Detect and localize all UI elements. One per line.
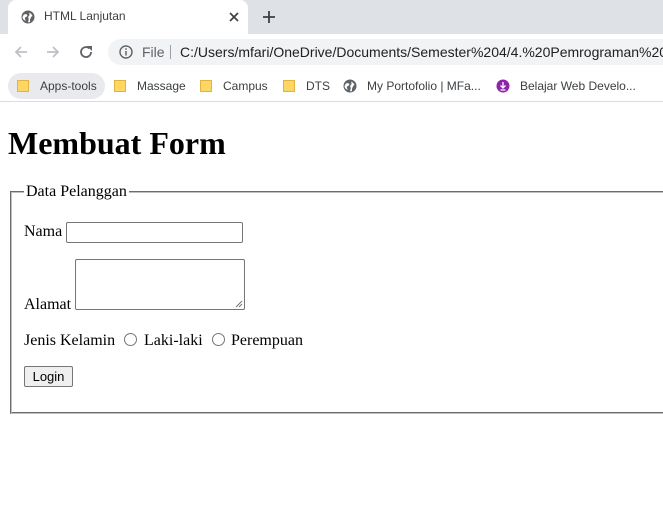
nama-input[interactable] <box>66 222 243 243</box>
new-tab-icon[interactable] <box>258 7 280 27</box>
tab-strip: HTML Lanjutan <box>0 0 663 34</box>
tab-title: HTML Lanjutan <box>44 9 126 23</box>
reload-icon[interactable] <box>74 41 98 63</box>
close-tab-icon[interactable] <box>224 7 244 27</box>
radio-perempuan[interactable] <box>212 333 225 346</box>
folder-icon <box>283 80 295 92</box>
alamat-textarea[interactable] <box>75 259 245 310</box>
forward-arrow-icon[interactable] <box>41 41 65 63</box>
fieldset-legend: Data Pelanggan <box>24 183 129 201</box>
folder-icon <box>114 80 126 92</box>
bookmark-label: My Portofolio | MFa... <box>367 79 481 93</box>
page-title: Membuat Form <box>8 125 226 161</box>
purple-logo-icon <box>496 79 510 93</box>
back-arrow-icon[interactable] <box>9 41 33 63</box>
bookmark-label: Campus <box>223 79 268 93</box>
info-icon[interactable] <box>119 45 133 59</box>
folder-icon <box>17 80 29 92</box>
bookmark-my-portofolio[interactable]: My Portofolio | MFa... <box>343 73 481 99</box>
url-text[interactable]: C:/Users/mfari/OneDrive/Documents/Semest… <box>180 44 663 60</box>
bookmark-belajar-web[interactable]: Belajar Web Develo... <box>496 73 636 99</box>
bookmark-label: Apps-tools <box>40 79 97 93</box>
bookmark-apps-tools[interactable]: Apps-tools <box>8 73 105 99</box>
address-separator <box>170 45 171 59</box>
login-button[interactable]: Login <box>24 366 73 387</box>
laki-laki-label: Laki-laki <box>144 332 203 349</box>
jenis-kelamin-label: Jenis Kelamin <box>24 332 116 349</box>
bookmark-campus[interactable]: Campus <box>199 73 268 99</box>
nama-label: Nama <box>24 223 63 240</box>
globe-icon <box>21 10 35 24</box>
globe-icon <box>343 79 357 93</box>
radio-laki-laki[interactable] <box>124 333 137 346</box>
bookmark-massage[interactable]: Massage <box>113 73 186 99</box>
alamat-label: Alamat <box>24 296 72 313</box>
browser-toolbar: File C:/Users/mfari/OneDrive/Documents/S… <box>0 34 663 70</box>
resize-grip-icon[interactable] <box>235 300 243 308</box>
bookmark-label: Massage <box>137 79 186 93</box>
perempuan-label: Perempuan <box>231 332 303 349</box>
bookmarks-bar: Apps-tools Massage Campus DTS My Portofo… <box>0 70 663 102</box>
file-scheme-label: File <box>142 44 165 60</box>
bookmark-label: Belajar Web Develo... <box>520 79 636 93</box>
address-bar[interactable]: File C:/Users/mfari/OneDrive/Documents/S… <box>108 39 663 65</box>
bookmark-label: DTS <box>306 79 330 93</box>
folder-icon <box>200 80 212 92</box>
page-content: Membuat Form Data Pelanggan Nama Alamat … <box>0 103 663 525</box>
tab-html-lanjutan[interactable]: HTML Lanjutan <box>8 0 248 34</box>
bookmark-dts[interactable]: DTS <box>282 73 330 99</box>
